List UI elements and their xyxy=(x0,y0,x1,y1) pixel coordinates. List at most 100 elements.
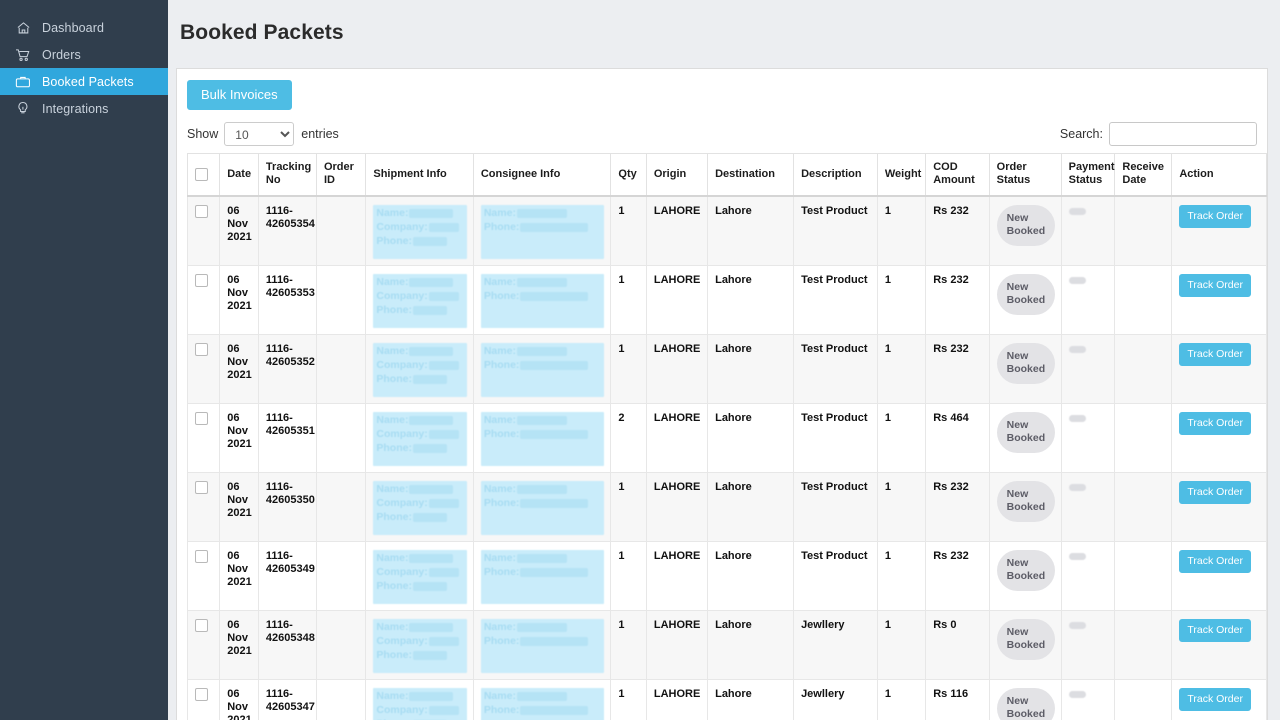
order-status-badge: New Booked xyxy=(997,688,1056,720)
redacted-field: Name: xyxy=(376,207,463,221)
track-order-button[interactable]: Track Order xyxy=(1179,550,1251,573)
row-checkbox[interactable] xyxy=(195,619,208,632)
track-order-button[interactable]: Track Order xyxy=(1179,412,1251,435)
column-shipment-info[interactable]: Shipment Info xyxy=(366,154,473,196)
row-select-cell[interactable] xyxy=(188,680,220,720)
qty-cell: 1 xyxy=(611,473,646,542)
table-row[interactable]: 06 Nov 20211116-42605347Name:Company:Pho… xyxy=(188,680,1267,720)
table-row[interactable]: 06 Nov 20211116-42605354Name:Company:Pho… xyxy=(188,196,1267,266)
search-input[interactable] xyxy=(1109,122,1257,146)
destination-cell: Lahore xyxy=(708,680,794,720)
order-status-cell: New Booked xyxy=(989,473,1061,542)
receive-date-cell xyxy=(1115,542,1172,611)
row-checkbox[interactable] xyxy=(195,412,208,425)
payment-status-badge xyxy=(1069,415,1086,422)
row-checkbox[interactable] xyxy=(195,688,208,701)
tracking-no-cell: 1116-42605353 xyxy=(258,266,316,335)
select-all-header[interactable] xyxy=(188,154,220,196)
column-receive-date[interactable]: Receive Date xyxy=(1115,154,1172,196)
redacted-field: Phone: xyxy=(376,511,463,525)
bulk-invoices-button[interactable]: Bulk Invoices xyxy=(187,80,292,110)
row-select-cell[interactable] xyxy=(188,196,220,266)
row-checkbox[interactable] xyxy=(195,481,208,494)
consignee-info-redacted: Name:Phone: xyxy=(481,481,605,535)
column-tracking-no[interactable]: Tracking No xyxy=(258,154,316,196)
sidebar-item-integrations[interactable]: Integrations xyxy=(0,95,168,122)
payment-status-badge xyxy=(1069,208,1086,215)
redacted-field: Phone: xyxy=(484,221,602,235)
sidebar-item-booked-packets[interactable]: Booked Packets xyxy=(0,68,168,95)
row-checkbox[interactable] xyxy=(195,205,208,218)
toolbar: Bulk Invoices xyxy=(177,80,1267,110)
column-cod-amount[interactable]: COD Amount xyxy=(926,154,989,196)
table-row[interactable]: 06 Nov 20211116-42605349Name:Company:Pho… xyxy=(188,542,1267,611)
consignee-info-cell: Name:Phone: xyxy=(473,473,611,542)
track-order-button[interactable]: Track Order xyxy=(1179,619,1251,642)
track-order-button[interactable]: Track Order xyxy=(1179,343,1251,366)
row-checkbox[interactable] xyxy=(195,550,208,563)
table-row[interactable]: 06 Nov 20211116-42605352Name:Company:Pho… xyxy=(188,335,1267,404)
redacted-value xyxy=(429,223,459,232)
track-order-button[interactable]: Track Order xyxy=(1179,205,1251,228)
redacted-field: Name: xyxy=(376,414,463,428)
redacted-value xyxy=(429,499,459,508)
track-order-button[interactable]: Track Order xyxy=(1179,688,1251,711)
column-date[interactable]: Date xyxy=(220,154,259,196)
row-select-cell[interactable] xyxy=(188,335,220,404)
redacted-field: Company: xyxy=(376,635,463,649)
payment-status-cell xyxy=(1061,542,1115,611)
column-action[interactable]: Action xyxy=(1172,154,1267,196)
sidebar-item-orders[interactable]: Orders xyxy=(0,41,168,68)
row-select-cell[interactable] xyxy=(188,473,220,542)
order-id-cell xyxy=(316,404,365,473)
page-title: Booked Packets xyxy=(168,14,1280,54)
row-select-cell[interactable] xyxy=(188,404,220,473)
select-all-checkbox[interactable] xyxy=(195,168,208,181)
track-order-button[interactable]: Track Order xyxy=(1179,274,1251,297)
column-description[interactable]: Description xyxy=(794,154,878,196)
row-select-cell[interactable] xyxy=(188,542,220,611)
redacted-field: Company: xyxy=(376,566,463,580)
column-origin[interactable]: Origin xyxy=(646,154,707,196)
row-select-cell[interactable] xyxy=(188,266,220,335)
column-destination[interactable]: Destination xyxy=(708,154,794,196)
track-order-button[interactable]: Track Order xyxy=(1179,481,1251,504)
entries-select[interactable]: 102550100 xyxy=(224,122,294,146)
order-status-cell: New Booked xyxy=(989,266,1061,335)
column-order-id[interactable]: Order ID xyxy=(316,154,365,196)
redacted-value xyxy=(409,416,453,425)
row-select-cell[interactable] xyxy=(188,611,220,680)
payment-status-cell xyxy=(1061,404,1115,473)
redacted-value xyxy=(413,582,447,591)
action-cell: Track Order xyxy=(1172,680,1267,720)
table-row[interactable]: 06 Nov 20211116-42605348Name:Company:Pho… xyxy=(188,611,1267,680)
row-checkbox[interactable] xyxy=(195,343,208,356)
order-status-cell: New Booked xyxy=(989,680,1061,720)
receive-date-cell xyxy=(1115,266,1172,335)
order-id-cell xyxy=(316,542,365,611)
column-weight[interactable]: Weight xyxy=(877,154,925,196)
redacted-field-label: Name: xyxy=(376,552,408,564)
redacted-field: Phone: xyxy=(376,235,463,249)
action-cell: Track Order xyxy=(1172,266,1267,335)
redacted-field-label: Company: xyxy=(376,566,427,578)
table-row[interactable]: 06 Nov 20211116-42605351Name:Company:Pho… xyxy=(188,404,1267,473)
origin-cell: LAHORE xyxy=(646,542,707,611)
cod-amount-cell: Rs 232 xyxy=(926,196,989,266)
briefcase-icon xyxy=(13,74,33,90)
main-content: Booked Packets Bulk Invoices Show 102550… xyxy=(168,0,1280,720)
table-row[interactable]: 06 Nov 20211116-42605350Name:Company:Pho… xyxy=(188,473,1267,542)
table-row[interactable]: 06 Nov 20211116-42605353Name:Company:Pho… xyxy=(188,266,1267,335)
payment-status-cell xyxy=(1061,266,1115,335)
destination-cell: Lahore xyxy=(708,196,794,266)
row-checkbox[interactable] xyxy=(195,274,208,287)
sidebar-item-dashboard[interactable]: Dashboard xyxy=(0,14,168,41)
column-qty[interactable]: Qty xyxy=(611,154,646,196)
column-consignee-info[interactable]: Consignee Info xyxy=(473,154,611,196)
shipment-info-redacted: Name:Company:Phone: xyxy=(373,619,466,673)
receive-date-cell xyxy=(1115,404,1172,473)
column-order-status[interactable]: Order Status xyxy=(989,154,1061,196)
qty-cell: 1 xyxy=(611,611,646,680)
destination-cell: Lahore xyxy=(708,335,794,404)
column-payment-status[interactable]: Payment Status xyxy=(1061,154,1115,196)
